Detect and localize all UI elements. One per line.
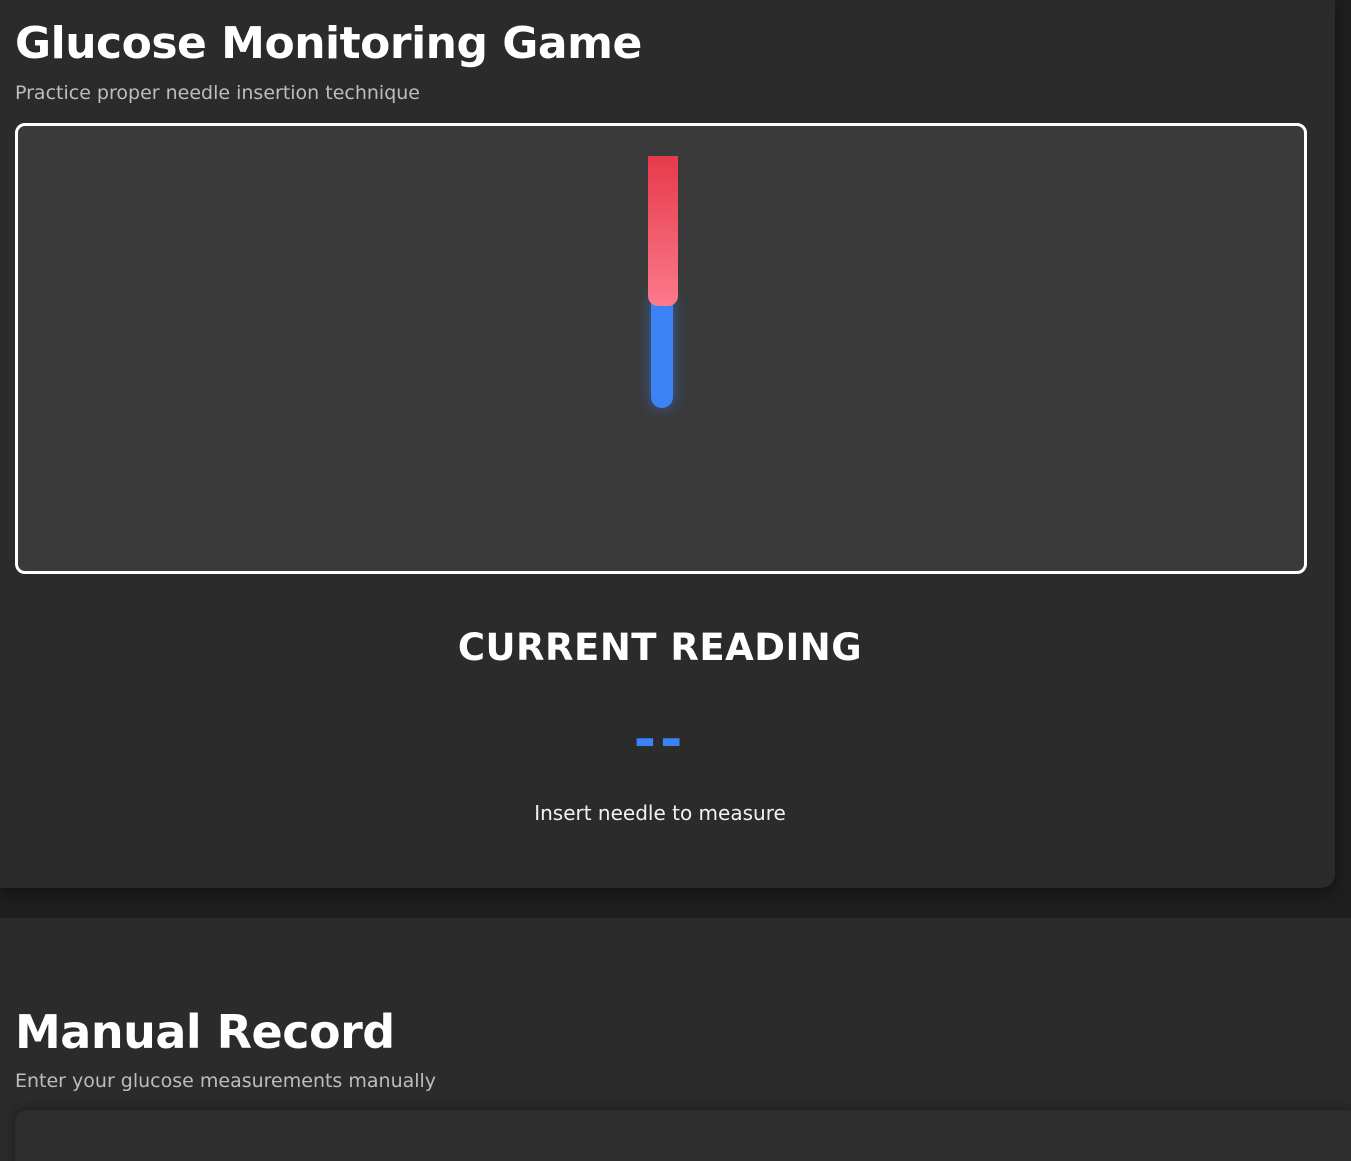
game-subtitle: Practice proper needle insertion techniq…	[15, 82, 420, 104]
manual-record-title: Manual Record	[15, 1005, 395, 1059]
needle-tip[interactable]	[651, 296, 673, 408]
game-title: Glucose Monitoring Game	[15, 18, 642, 69]
needle-hub[interactable]	[648, 156, 678, 306]
manual-record-subtitle: Enter your glucose measurements manually	[15, 1070, 437, 1092]
current-reading-hint: Insert needle to measure	[534, 801, 786, 825]
manual-record-section: Manual Record Enter your glucose measure…	[0, 918, 1351, 1161]
page: Glucose Monitoring Game Practice proper …	[0, 0, 1351, 1161]
glucose-game-card: Glucose Monitoring Game Practice proper …	[0, 0, 1335, 888]
current-reading-title: CURRENT READING	[457, 626, 863, 669]
current-reading-value: --	[633, 708, 687, 771]
needle-play-area[interactable]	[15, 123, 1307, 574]
needle-icon[interactable]	[646, 156, 680, 412]
manual-record-form-card	[15, 1110, 1351, 1161]
